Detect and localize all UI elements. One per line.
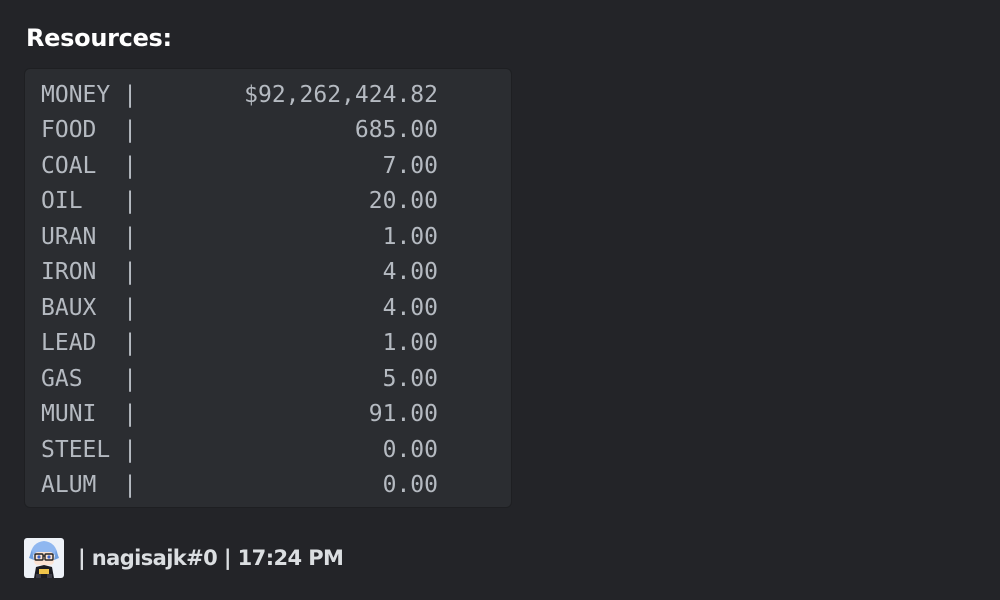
- resource-value: $92,262,424.82: [244, 81, 438, 108]
- anime-avatar-icon[interactable]: [24, 538, 64, 578]
- resource-name: IRON: [41, 259, 97, 286]
- resource-list: MONEY | $92,262,424.82 FOOD | 685.00 COAL | 7.…: [41, 77, 438, 503]
- separator: |: [123, 117, 137, 144]
- separator: |: [123, 436, 137, 463]
- resource-value: 1.00: [382, 330, 438, 357]
- resource-name: MUNI: [41, 401, 97, 428]
- resource-row-muni: MUNI | 91.00: [41, 397, 438, 433]
- resource-value: 685.00: [354, 117, 438, 144]
- separator: |: [123, 330, 137, 357]
- separator: |: [123, 81, 137, 108]
- resource-name: ALUM: [41, 472, 97, 499]
- resource-name: STEEL: [41, 436, 111, 463]
- resource-name: COAL: [41, 152, 97, 179]
- resource-row-lead: LEAD | 1.00: [41, 326, 438, 362]
- resource-row-uran: URAN | 1.00: [41, 219, 438, 255]
- separator: |: [123, 188, 137, 215]
- embed-footer: | nagisajk#0 | 17:24 PM: [24, 538, 344, 578]
- resource-value: 4.00: [382, 259, 438, 286]
- discord-embed: { "embed": { "title": "Resources:", "sep…: [0, 0, 1000, 600]
- resource-row-food: FOOD | 685.00: [41, 113, 438, 149]
- code-block: MONEY | $92,262,424.82 FOOD | 685.00 COAL | 7.…: [24, 68, 512, 508]
- separator: |: [123, 152, 137, 179]
- resource-value: 0.00: [382, 436, 438, 463]
- footer-text: | nagisajk#0 | 17:24 PM: [78, 546, 344, 570]
- resource-value: 20.00: [368, 188, 438, 215]
- resource-value: 91.00: [368, 401, 438, 428]
- resource-value: 1.00: [382, 223, 438, 250]
- resource-value: 4.00: [382, 294, 438, 321]
- separator: |: [123, 259, 137, 286]
- separator: |: [123, 472, 137, 499]
- embed-title: Resources:: [26, 24, 172, 52]
- resource-row-gas: GAS | 5.00: [41, 361, 438, 397]
- resource-row-iron: IRON | 4.00: [41, 255, 438, 291]
- resource-row-baux: BAUX | 4.00: [41, 290, 438, 326]
- resource-value: 5.00: [382, 365, 438, 392]
- separator: |: [123, 365, 137, 392]
- resource-name: LEAD: [41, 330, 97, 357]
- resource-row-money: MONEY | $92,262,424.82: [41, 77, 438, 113]
- resource-name: GAS: [41, 365, 83, 392]
- resource-name: OIL: [41, 188, 83, 215]
- resource-value: 7.00: [382, 152, 438, 179]
- separator: |: [123, 223, 137, 250]
- resource-row-steel: STEEL | 0.00: [41, 432, 438, 468]
- resource-name: FOOD: [41, 117, 97, 144]
- resource-name: URAN: [41, 223, 97, 250]
- resource-value: 0.00: [382, 472, 438, 499]
- resource-name: BAUX: [41, 294, 97, 321]
- resource-row-coal: COAL | 7.00: [41, 148, 438, 184]
- resource-name: MONEY: [41, 81, 111, 108]
- resource-row-oil: OIL | 20.00: [41, 184, 438, 220]
- separator: |: [123, 294, 137, 321]
- separator: |: [123, 401, 137, 428]
- resource-row-alum: ALUM | 0.00: [41, 468, 438, 504]
